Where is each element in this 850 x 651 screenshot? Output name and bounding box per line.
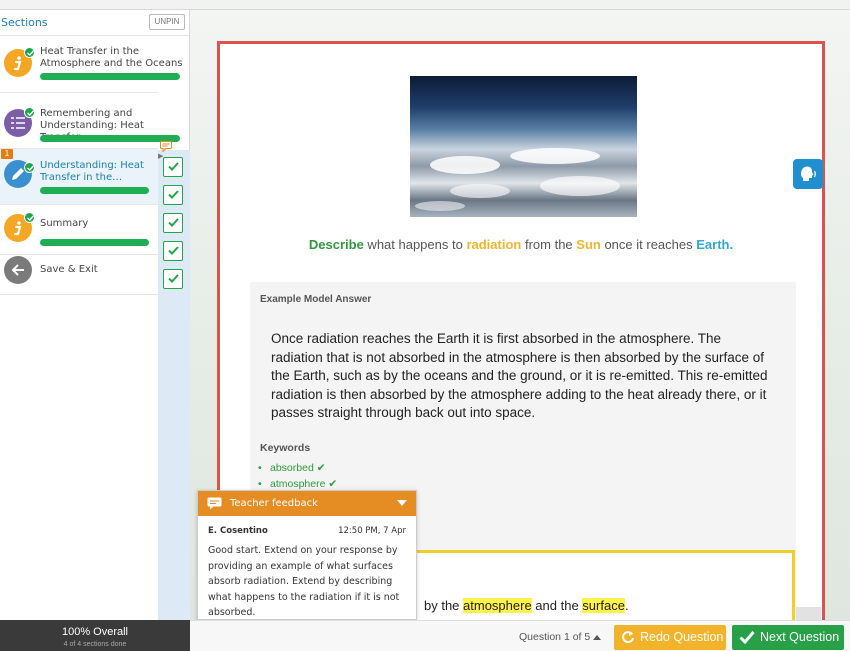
overall-progress-label: 100% Overall xyxy=(61,626,129,638)
student-answer-text: by the atmosphere and the surface. xyxy=(424,598,629,613)
section-progress-bar xyxy=(40,73,180,80)
check-icon: ✔ xyxy=(328,478,338,490)
overall-progress-footer: 100% Overall 4 of 4 sections done xyxy=(0,620,190,651)
feedback-timestamp: 12:50 PM, 7 Apr xyxy=(338,526,406,536)
question-status-column xyxy=(158,150,190,630)
question-complete-check-icon[interactable] xyxy=(163,269,183,289)
sidebar-item-understanding[interactable]: Understanding: Heat Transfer in the… xyxy=(0,149,158,205)
answer-fragment: and the xyxy=(531,598,583,613)
question-nav-footer: Question 1 of 5 Redo Question Next Quest… xyxy=(190,620,850,651)
question-complete-check-icon[interactable] xyxy=(163,241,183,261)
earth-from-space-image xyxy=(410,76,637,217)
answer-fragment: by the xyxy=(424,598,464,613)
section-progress-bar xyxy=(40,135,180,142)
collapse-caret-icon[interactable] xyxy=(397,500,407,506)
next-label: Next Question xyxy=(760,630,840,644)
redo-question-button[interactable]: Redo Question xyxy=(614,625,726,650)
feedback-text: Good start. Extend on your response by p… xyxy=(208,545,400,618)
keyword-item: • atmosphere ✔ xyxy=(258,478,338,490)
model-answer-title: Example Model Answer xyxy=(260,294,372,305)
answer-fragment: . xyxy=(624,598,629,613)
question-text: once it reaches xyxy=(600,237,697,252)
keyword-item: • absorbed ✔ xyxy=(258,462,326,474)
teacher-feedback-title: Teacher feedback xyxy=(230,498,318,509)
notification-badge: 1 xyxy=(1,149,13,159)
question-text: . xyxy=(729,237,734,252)
chat-bubble-icon xyxy=(207,497,222,510)
sidebar-item-label: Heat Transfer in the Atmosphere and the … xyxy=(40,46,183,69)
keyword-label: atmosphere xyxy=(270,478,326,490)
sidebar-item-summary[interactable]: Summary xyxy=(0,205,158,255)
sidebar-header: Sections UNPIN xyxy=(0,10,189,36)
sections-sidebar: Sections UNPIN Heat Transfer in the Atmo… xyxy=(0,10,190,630)
next-question-button[interactable]: Next Question xyxy=(732,625,844,650)
question-text: from the xyxy=(521,237,577,252)
speaker-head-icon xyxy=(801,166,816,181)
sidebar-item-heat-transfer[interactable]: Heat Transfer in the Atmosphere and the … xyxy=(0,37,183,93)
save-exit-button[interactable]: Save & Exit xyxy=(0,255,158,295)
question-prompt: Describe what happens to radiation from … xyxy=(220,237,822,252)
redo-icon xyxy=(622,631,634,644)
question-complete-check-icon[interactable] xyxy=(163,213,183,233)
resize-corner-tab[interactable] xyxy=(796,607,821,621)
completed-check-icon xyxy=(24,212,35,223)
section-progress-bar xyxy=(40,187,149,194)
feedback-comment-icon[interactable] xyxy=(160,141,172,152)
keyword-describe: Describe xyxy=(308,237,364,252)
completed-check-icon xyxy=(24,107,35,118)
keyword-label: absorbed xyxy=(270,462,314,474)
checkmark-icon xyxy=(739,631,755,645)
highlight-surface: surface xyxy=(582,598,625,613)
sections-title: Sections xyxy=(1,16,48,29)
caret-up-icon[interactable] xyxy=(593,635,601,640)
teacher-feedback-panel: Teacher feedback E. Cosentino 12:50 PM, … xyxy=(197,490,417,620)
check-icon: ✔ xyxy=(316,462,326,474)
question-text: what happens to xyxy=(363,237,467,252)
overall-progress-sub: 4 of 4 sections done xyxy=(63,641,127,648)
keywords-title: Keywords xyxy=(260,442,311,454)
sidebar-item-remembering[interactable]: Remembering and Understanding: Heat Tran… xyxy=(0,93,180,149)
sidebar-item-label: Understanding: Heat Transfer in the… xyxy=(40,160,144,183)
question-complete-check-icon[interactable] xyxy=(163,157,183,177)
redo-label: Redo Question xyxy=(640,630,724,644)
teacher-feedback-header[interactable]: Teacher feedback xyxy=(198,491,416,516)
completed-check-icon xyxy=(24,162,35,173)
question-counter[interactable]: Question 1 of 5 xyxy=(519,631,590,643)
read-aloud-button[interactable] xyxy=(793,159,823,189)
current-question-arrow-icon: ▶ xyxy=(158,153,164,160)
keyword-earth: Earth xyxy=(696,237,730,252)
section-progress-bar xyxy=(40,239,149,246)
unpin-button[interactable]: UNPIN xyxy=(149,14,185,30)
highlight-atmosphere: atmosphere xyxy=(463,598,532,613)
keyword-radiation: radiation xyxy=(466,237,522,252)
feedback-author: E. Cosentino xyxy=(208,526,268,536)
arrow-left-icon xyxy=(4,256,32,284)
top-toolbar-strip xyxy=(0,0,850,10)
question-complete-check-icon[interactable] xyxy=(163,185,183,205)
model-answer-text: Once radiation reaches the Earth it is f… xyxy=(271,331,768,421)
keyword-sun: Sun xyxy=(576,237,601,252)
completed-check-icon xyxy=(24,47,35,58)
